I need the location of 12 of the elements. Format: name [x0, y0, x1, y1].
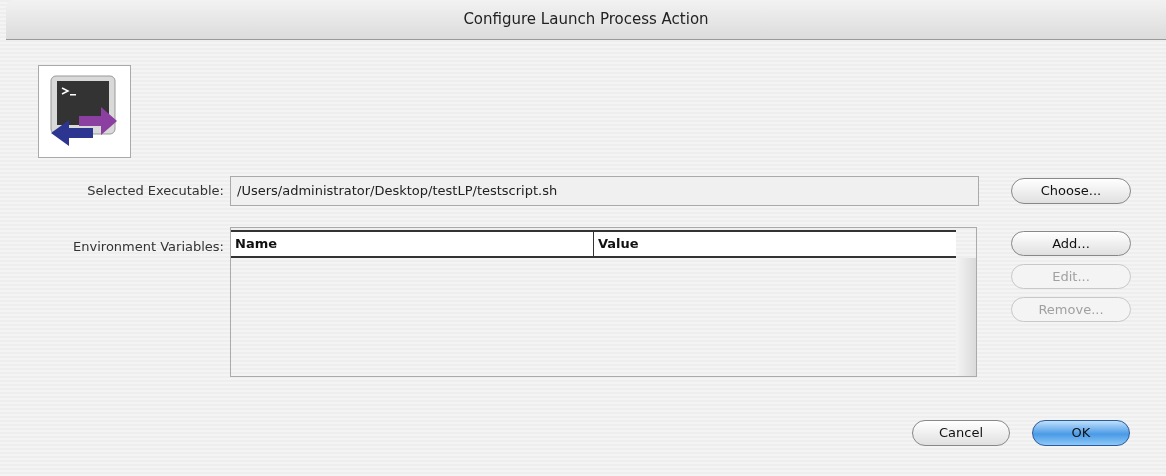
column-header[interactable]: Value	[594, 232, 956, 256]
field-label: Environment Variables:	[72, 238, 225, 256]
scrollbar[interactable]	[956, 258, 976, 376]
ok-button[interactable]: OK	[1032, 420, 1130, 446]
field-label: Selected Executable:	[86, 182, 225, 201]
column-header[interactable]: Name	[231, 232, 594, 256]
choose-button[interactable]: Choose...	[1011, 178, 1131, 204]
app-icon	[38, 65, 131, 158]
window-title: Configure Launch Process Action	[463, 9, 709, 31]
cancel-button[interactable]: Cancel	[912, 420, 1010, 446]
action-button[interactable]: Add...	[1011, 231, 1131, 256]
path-field[interactable]: /Users/administrator/Desktop/testLP/testscript.sh	[230, 176, 979, 206]
